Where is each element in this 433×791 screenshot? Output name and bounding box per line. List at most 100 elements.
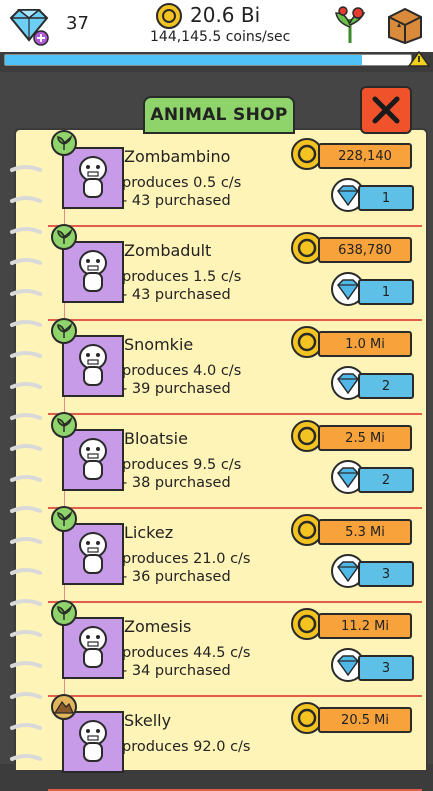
notebook-rings <box>10 165 42 761</box>
gem-price-label: 1 <box>358 279 414 305</box>
animal-purchased-count: - 39 purchased <box>122 381 231 397</box>
coin-price-label: 2.5 Mi <box>318 425 412 451</box>
ring <box>10 754 42 761</box>
animal-production: produces 92.0 c/s <box>122 739 251 755</box>
gem-count: 37 <box>66 13 89 34</box>
plant-icon[interactable] <box>330 5 370 45</box>
animal-portrait-icon <box>79 626 107 668</box>
crate-icon[interactable] <box>385 5 425 45</box>
animal-production: produces 21.0 c/s <box>122 551 251 567</box>
ring <box>10 444 42 451</box>
ring <box>10 382 42 389</box>
animal-row-bloatsie: Bloatsie produces 9.5 c/s - 38 purchased 2.… <box>48 412 422 509</box>
gem-shop-icon[interactable] <box>7 6 51 46</box>
top-status-bar: 37 20.6 Bi 144,145.5 coins/sec <box>0 0 433 52</box>
animal-portrait-icon <box>79 438 107 480</box>
ring <box>10 723 42 730</box>
gem-price-label: 2 <box>358 467 414 493</box>
sprout-icon <box>51 600 77 626</box>
ring <box>10 692 42 699</box>
animal-purchased-count: - 43 purchased <box>122 193 231 209</box>
sprout-icon <box>51 130 77 156</box>
ring <box>10 351 42 358</box>
animal-purchased-count: - 38 purchased <box>122 475 231 491</box>
ring <box>10 568 42 575</box>
ring <box>10 289 42 296</box>
ring <box>10 413 42 420</box>
animal-production: produces 0.5 c/s <box>122 175 242 191</box>
animal-row-skelly: Skelly produces 92.0 c/s 20.5 Mi <box>48 694 422 791</box>
ring <box>10 227 42 234</box>
animal-portrait-icon <box>79 156 107 198</box>
level-progress-bar <box>4 54 412 66</box>
gem-price-label: 2 <box>358 373 414 399</box>
buy-with-gems-button[interactable]: 2 <box>330 365 422 401</box>
coin-price-label: 20.5 Mi <box>318 707 412 733</box>
coin-price-label: 638,780 <box>318 237 412 263</box>
ring <box>10 537 42 544</box>
coins-rate: 144,145.5 coins/sec <box>150 29 291 45</box>
sprout-icon <box>51 318 77 344</box>
buy-with-gems-button[interactable]: 3 <box>330 553 422 589</box>
buy-with-gems-button[interactable]: 1 <box>330 177 422 213</box>
ring <box>10 630 42 637</box>
ring <box>10 196 42 203</box>
hazard-end-icon <box>408 51 430 67</box>
animal-production: produces 1.5 c/s <box>122 269 242 285</box>
ring <box>10 258 42 265</box>
ring <box>10 506 42 513</box>
animal-portrait-icon <box>79 250 107 292</box>
coin-price-label: 5.3 Mi <box>318 519 412 545</box>
buy-with-coins-button[interactable]: 11.2 Mi <box>290 607 422 641</box>
animal-portrait-icon <box>79 720 107 762</box>
animal-row-snomkie: Snomkie produces 4.0 c/s - 39 purchased 1.0… <box>48 318 422 415</box>
gem-price-label: 3 <box>358 561 414 587</box>
animal-row-zomesis: Zomesis produces 44.5 c/s - 34 purchased 11… <box>48 600 422 697</box>
ring <box>10 599 42 606</box>
animal-name: Zomesis <box>124 617 192 636</box>
gem-price-label: 1 <box>358 185 414 211</box>
animal-row-lickez: Lickez produces 21.0 c/s - 36 purchased 5.3… <box>48 506 422 603</box>
coin-price-label: 1.0 Mi <box>318 331 412 357</box>
animal-purchased-count: - 34 purchased <box>122 663 231 679</box>
buy-with-coins-button[interactable]: 228,140 <box>290 137 422 171</box>
ring <box>10 320 42 327</box>
buy-with-coins-button[interactable]: 2.5 Mi <box>290 419 422 453</box>
sprout-icon <box>51 224 77 250</box>
animal-name: Zombadult <box>124 241 212 260</box>
buy-with-gems-button[interactable]: 3 <box>330 647 422 683</box>
animal-row-zombambino: Zombambino produces 0.5 c/s - 43 purchased… <box>48 130 422 227</box>
buy-with-coins-button[interactable]: 638,780 <box>290 231 422 265</box>
ring <box>10 475 42 482</box>
mountain-icon <box>51 694 77 720</box>
animal-name: Zombambino <box>124 147 231 166</box>
animal-name: Lickez <box>124 523 174 542</box>
ring <box>10 661 42 668</box>
gem-price-label: 3 <box>358 655 414 681</box>
close-icon <box>372 96 400 124</box>
coin-icon <box>156 3 182 29</box>
animal-production: produces 44.5 c/s <box>122 645 251 661</box>
buy-with-coins-button[interactable]: 5.3 Mi <box>290 513 422 547</box>
sprout-icon <box>51 412 77 438</box>
animal-purchased-count: - 36 purchased <box>122 569 231 585</box>
buy-with-gems-button[interactable]: 1 <box>330 271 422 307</box>
animal-name: Bloatsie <box>124 429 188 448</box>
close-button[interactable] <box>360 86 412 134</box>
coin-price-label: 11.2 Mi <box>318 613 412 639</box>
animal-portrait-icon <box>79 344 107 386</box>
animal-row-zombadult: Zombadult produces 1.5 c/s - 43 purchased 6… <box>48 224 422 321</box>
animal-portrait-icon <box>79 532 107 574</box>
coin-price-label: 228,140 <box>318 143 412 169</box>
buy-with-gems-button[interactable]: 2 <box>330 459 422 495</box>
animal-purchased-count: - 43 purchased <box>122 287 231 303</box>
buy-with-coins-button[interactable]: 1.0 Mi <box>290 325 422 359</box>
sprout-icon <box>51 506 77 532</box>
coins-total: 20.6 Bi <box>190 3 261 27</box>
shop-title: ANIMAL SHOP <box>143 96 295 134</box>
buy-with-coins-button[interactable]: 20.5 Mi <box>290 701 422 735</box>
animal-production: produces 9.5 c/s <box>122 457 242 473</box>
level-progress-fill <box>5 55 363 65</box>
ring <box>10 165 42 172</box>
animal-name: Skelly <box>124 711 172 730</box>
